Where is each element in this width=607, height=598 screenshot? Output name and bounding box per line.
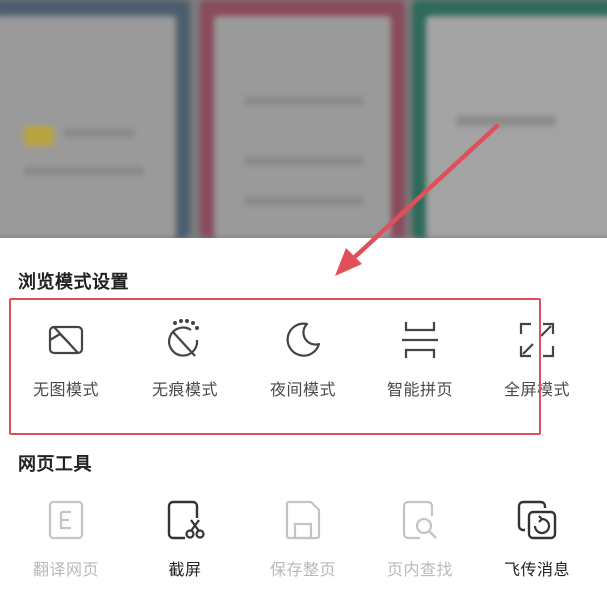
smart-page-join-button[interactable]: 智能拼页 [370, 318, 470, 400]
incognito-mode-button[interactable]: 无痕模式 [135, 318, 235, 400]
send-message-label: 飞传消息 [503, 560, 570, 579]
tab-preview-background [0, 0, 607, 238]
no-image-icon [48, 325, 84, 355]
save-page-label: 保存整页 [269, 560, 336, 579]
smart-page-join-label: 智能拼页 [386, 380, 453, 399]
no-image-mode-label: 无图模式 [32, 380, 99, 399]
screenshot-button[interactable]: 截屏 [135, 498, 235, 580]
browse-mode-row: 无图模式 无痕模式 夜间模式 智能拼页 全屏模式 [0, 318, 607, 418]
moon-icon [286, 322, 321, 357]
find-in-page-button[interactable]: 页内查找 [370, 498, 470, 580]
fullscreen-icon [519, 322, 555, 358]
translate-page-button[interactable]: 翻译网页 [16, 498, 116, 580]
tab-preview-3 [412, 0, 607, 238]
fullscreen-mode-label: 全屏模式 [503, 380, 570, 399]
screenshot-icon [167, 500, 205, 540]
find-in-page-icon [402, 500, 437, 540]
no-image-mode-button[interactable]: 无图模式 [16, 318, 116, 400]
translate-page-label: 翻译网页 [32, 560, 99, 579]
fullscreen-mode-button[interactable]: 全屏模式 [487, 318, 587, 400]
save-page-button[interactable]: 保存整页 [253, 498, 353, 580]
menu-sheet: 浏览模式设置 无图模式 无痕模式 夜间模式 智能拼页 全屏模式 网页工具 翻译网… [0, 238, 607, 586]
night-mode-button[interactable]: 夜间模式 [253, 318, 353, 400]
night-mode-label: 夜间模式 [269, 380, 336, 399]
web-tools-row: 翻译网页 截屏 保存整页 页内查找 飞传消息 [0, 498, 607, 598]
browse-mode-title: 浏览模式设置 [18, 272, 129, 293]
tab-preview-2 [200, 0, 405, 238]
web-tools-title: 网页工具 [18, 454, 92, 475]
screenshot-label: 截屏 [168, 560, 202, 579]
translate-icon [48, 500, 84, 540]
incognito-mode-label: 无痕模式 [151, 380, 218, 399]
page-join-icon [402, 322, 438, 358]
send-message-button[interactable]: 飞传消息 [487, 498, 587, 580]
find-in-page-label: 页内查找 [386, 560, 453, 579]
tab-preview-1 [0, 0, 190, 238]
incognito-icon [167, 319, 199, 357]
send-message-icon [517, 500, 557, 540]
save-page-icon [285, 500, 321, 540]
